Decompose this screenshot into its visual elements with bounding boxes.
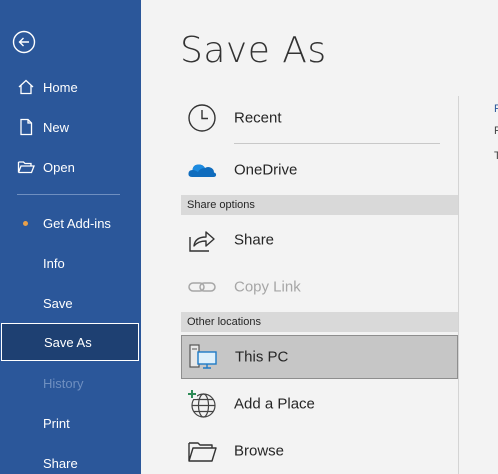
folder-icon [188,442,217,462]
computer-icon [189,344,217,369]
nav-print-label: Print [43,415,70,431]
other-locations-header: Other locations [181,312,458,332]
location-browse[interactable]: Browse [181,429,458,473]
location-onedrive-label: OneDrive [234,161,298,179]
location-onedrive[interactable]: OneDrive [181,148,458,192]
share-option-share-label: Share [234,231,275,249]
nav-save-as-label: Save As [44,334,92,350]
panel-divider [458,96,459,474]
onedrive-cloud-icon [188,164,217,177]
open-folder-icon [17,161,35,174]
nav-history: History [0,364,141,402]
right-panel-fragment: P [494,125,498,137]
nav-save-as[interactable]: Save As [1,323,139,361]
location-this-pc-label: This PC [235,348,289,366]
nav-share-label: Share [43,455,78,471]
location-this-pc[interactable]: This PC [181,335,458,379]
new-document-icon [20,118,33,136]
share-option-copy-link-label: Copy Link [234,278,301,296]
nav-info-label: Info [43,255,65,271]
nav-save[interactable]: Save [0,284,141,322]
nav-save-label: Save [43,295,73,311]
nav-info[interactable]: Info [0,244,141,282]
nav-get-add-ins-label: Get Add-ins [43,215,111,231]
nav-print[interactable]: Print [0,404,141,442]
back-arrow-icon[interactable] [12,30,36,54]
nav-open[interactable]: Open [0,148,141,186]
link-icon [188,282,216,292]
row-divider [234,143,440,144]
location-browse-label: Browse [234,442,285,460]
nav-new[interactable]: New [0,108,141,146]
nav-home[interactable]: Home [0,68,141,106]
nav-new-label: New [43,119,70,135]
share-option-share[interactable]: Share [181,218,458,262]
sidebar-divider [17,194,120,195]
nav-history-label: History [43,375,84,391]
right-panel-fragment: F [494,103,498,115]
clock-icon [188,104,216,132]
location-recent-label: Recent [234,109,282,127]
share-option-copy-link: Copy Link [181,265,458,309]
home-icon [18,79,34,95]
globe-add-icon [187,389,216,418]
nav-get-add-ins[interactable]: Get Add-ins [0,204,141,242]
location-add-a-place-label: Add a Place [234,395,315,413]
nav-open-label: Open [43,159,75,175]
notification-dot [23,221,28,226]
page-title: Save As [180,30,327,71]
nav-share[interactable]: Share [0,444,141,474]
nav-home-label: Home [43,79,78,95]
right-panel-fragment: T [494,150,498,162]
share-icon [189,231,215,252]
backstage-sidebar: Home New Open Get Add-ins Info Save Save… [0,0,141,474]
share-options-header: Share options [181,195,458,215]
location-recent[interactable]: Recent [181,96,458,140]
location-add-a-place[interactable]: Add a Place [181,382,458,426]
